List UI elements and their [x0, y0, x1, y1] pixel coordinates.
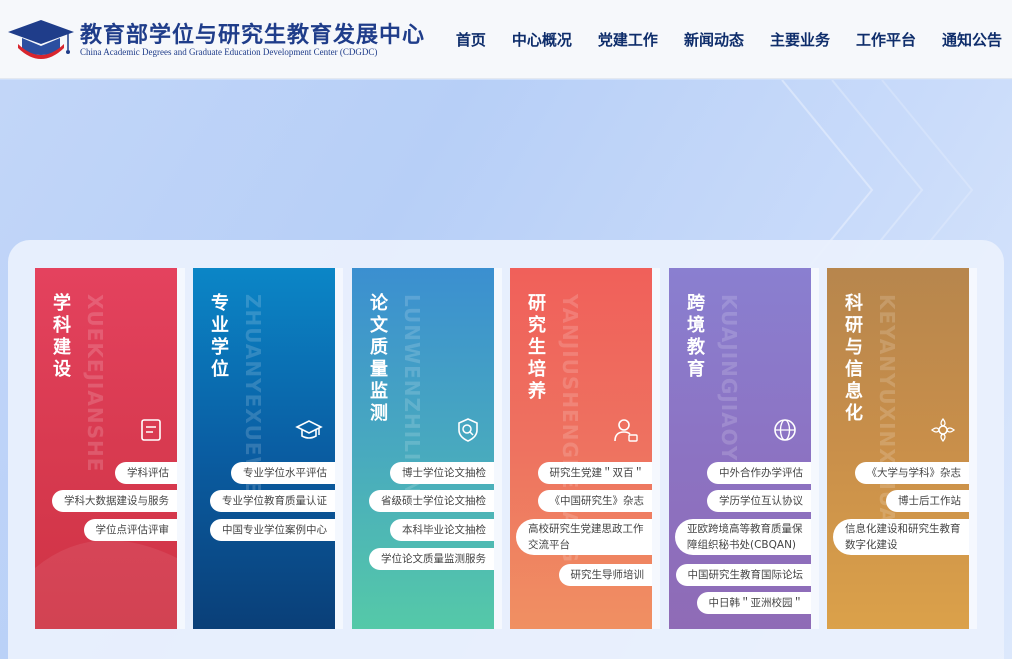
card-research-informatization[interactable]: KEYANYUXINXIHUA 科研与信息化 《大学与学科》杂志 博士后工作站 …: [827, 268, 969, 629]
card-title: 科研与信息化: [845, 293, 863, 424]
brand-subtitle: China Academic Degrees and Graduate Educ…: [80, 47, 378, 57]
card-shadow: [335, 268, 343, 629]
nav-item-notices[interactable]: 通知公告: [942, 29, 1002, 50]
nav-item-home[interactable]: 首页: [456, 29, 486, 50]
link-item[interactable]: 《大学与学科》杂志: [854, 462, 969, 484]
graduation-cap-icon: [295, 420, 323, 439]
link-item[interactable]: 学科评估: [115, 462, 177, 484]
document-icon: [141, 419, 161, 441]
link-item[interactable]: 《中国研究生》杂志: [537, 490, 652, 512]
link-item[interactable]: 博士学位论文抽检: [390, 462, 494, 484]
link-item[interactable]: 高校研究生党建思政工作交流平台: [516, 519, 652, 555]
card-shadow: [177, 268, 185, 629]
main-nav: 首页 中心概况 党建工作 新闻动态 主要业务 工作平台 通知公告: [430, 0, 1002, 79]
card-graduate-training[interactable]: YANJIUSHENGPEIYANG 研究生培养 研究生党建＂双百＂ 《中国研究…: [510, 268, 652, 629]
card-shadow: [652, 268, 660, 629]
flower-gear-icon: [930, 417, 956, 443]
site-header: 教育部学位与研究生教育发展中心 China Academic Degrees a…: [0, 0, 1012, 79]
link-item[interactable]: 信息化建设和研究生教育数字化建设: [833, 519, 969, 555]
link-item[interactable]: 博士后工作站: [886, 490, 969, 512]
link-item[interactable]: 专业学位水平评估: [231, 462, 335, 484]
nav-item-news[interactable]: 新闻动态: [684, 29, 744, 50]
link-item[interactable]: 专业学位教育质量认证: [210, 490, 335, 512]
card-title: 专业学位: [211, 293, 229, 380]
link-item[interactable]: 学科大数据建设与服务: [52, 490, 177, 512]
link-item[interactable]: 中日韩＂亚洲校园＂: [696, 592, 811, 614]
link-item[interactable]: 中国专业学位案例中心: [210, 519, 335, 541]
link-item[interactable]: 学位论文质量监测服务: [369, 548, 494, 570]
card-title: 研究生培养: [528, 293, 546, 402]
card-discipline[interactable]: XUEKEJIANSHE 学科建设 学科评估 学科大数据建设与服务 学位点评估评…: [35, 268, 177, 629]
nav-item-party[interactable]: 党建工作: [598, 29, 658, 50]
card-shadow: [494, 268, 502, 629]
card-bg-word: XUEKEJIANSHE: [83, 294, 107, 473]
logo-icon[interactable]: [8, 14, 74, 64]
nav-item-business[interactable]: 主要业务: [770, 29, 830, 50]
link-item[interactable]: 中外合作办学评估: [707, 462, 811, 484]
link-item[interactable]: 省级硕士学位论文抽检: [369, 490, 494, 512]
shield-search-icon: [458, 418, 478, 442]
link-item[interactable]: 学位点评估评审: [83, 519, 177, 541]
card-title: 论文质量监测: [370, 293, 388, 424]
card-shadow: [811, 268, 819, 629]
link-item[interactable]: 中国研究生教育国际论坛: [675, 564, 811, 586]
card-shadow: [969, 268, 977, 629]
nav-item-overview[interactable]: 中心概况: [512, 29, 572, 50]
user-badge-icon: [614, 419, 638, 442]
card-bg-word: KUAJINGJIAOYU: [717, 294, 741, 479]
globe-icon: [774, 419, 796, 441]
link-item[interactable]: 研究生导师培训: [558, 564, 652, 586]
brand-title: 教育部学位与研究生教育发展中心: [80, 22, 426, 48]
link-item[interactable]: 亚欧跨境高等教育质量保障组织秘书处(CBQAN): [675, 519, 811, 555]
card-cross-border[interactable]: KUAJINGJIAOYU 跨境教育 中外合作办学评估 学历学位互认协议 亚欧跨…: [669, 268, 811, 629]
card-title: 跨境教育: [687, 293, 705, 380]
link-item[interactable]: 本科毕业论文抽检: [390, 519, 494, 541]
link-item[interactable]: 研究生党建＂双百＂: [537, 462, 652, 484]
card-title: 学科建设: [53, 293, 71, 380]
nav-item-platform[interactable]: 工作平台: [856, 29, 916, 50]
card-thesis-quality[interactable]: LUNWENZHILIANG 论文质量监测 博士学位论文抽检 省级硕士学位论文抽…: [352, 268, 494, 629]
card-professional-degree[interactable]: ZHUANYEXUEWEI 专业学位 专业学位水平评估 专业学位教育质量认证 中…: [193, 268, 335, 629]
link-item[interactable]: 学历学位互认协议: [707, 490, 811, 512]
